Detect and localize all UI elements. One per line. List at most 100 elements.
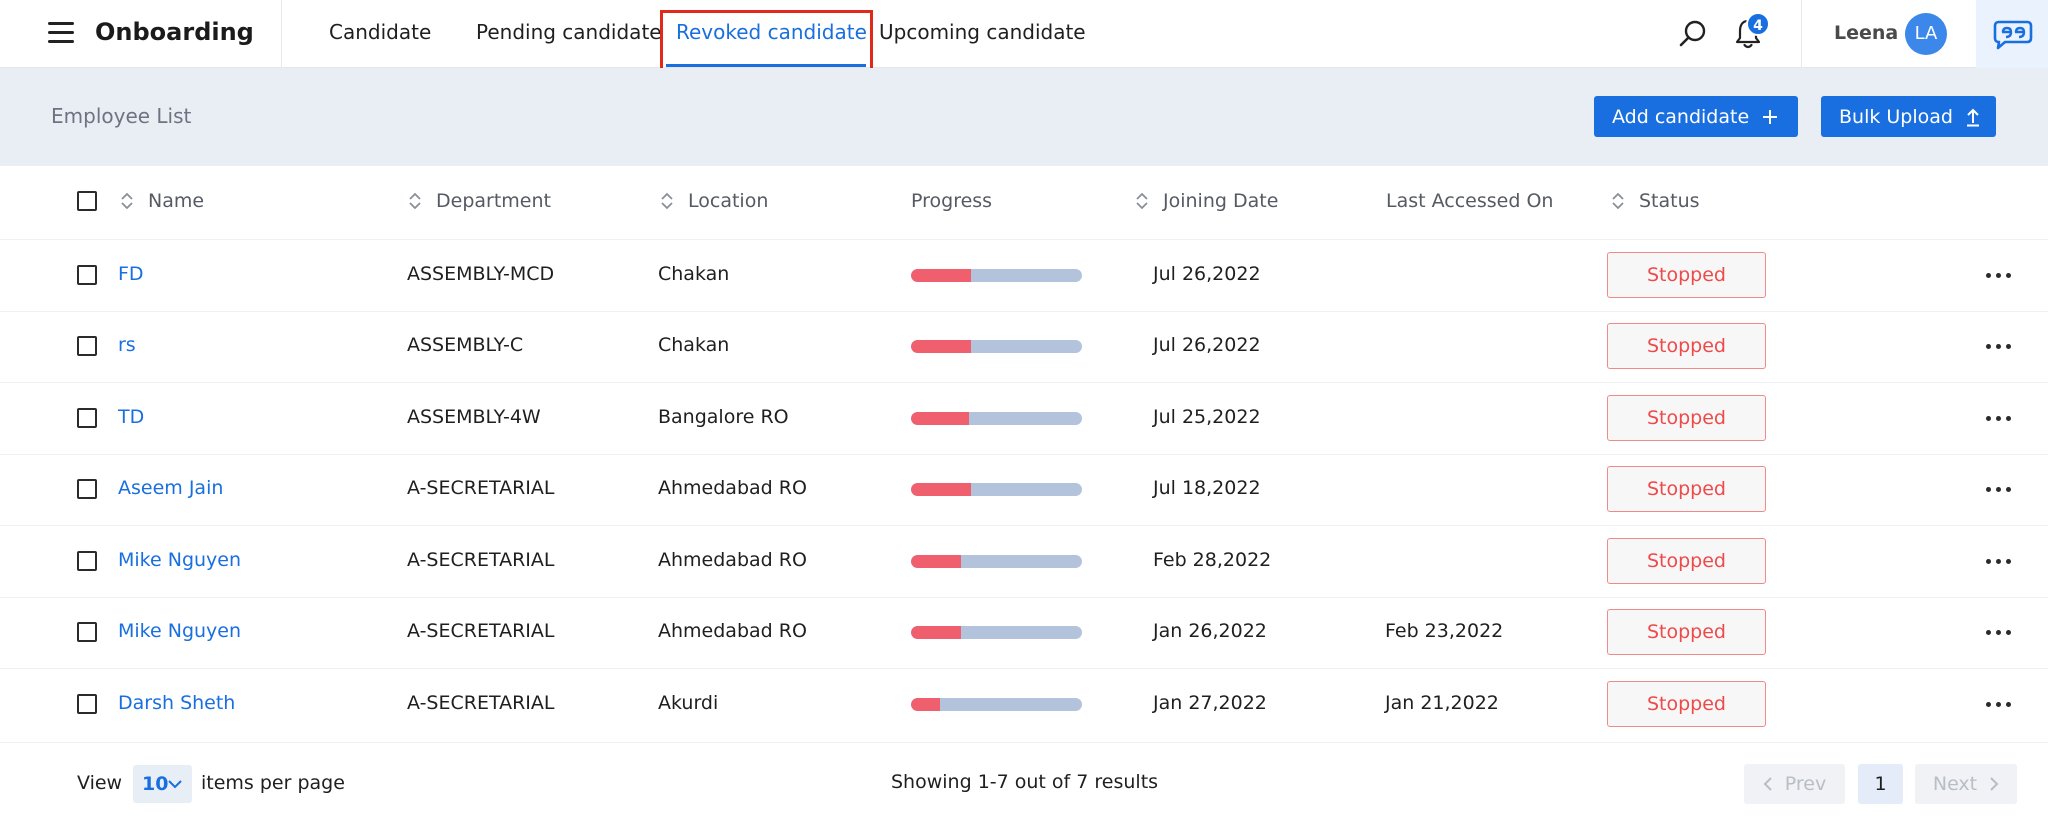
progress-fill (911, 554, 961, 568)
progress-fill (911, 483, 971, 497)
row-checkbox[interactable] (77, 550, 97, 571)
department-cell: A-SECRETARIAL (407, 548, 555, 571)
column-header-last-accessed: Last Accessed On (1386, 190, 1553, 212)
items-per-page-value: 10 (142, 773, 169, 795)
more-icon[interactable] (1984, 260, 2014, 290)
department-cell: A-SECRETARIAL (407, 691, 555, 714)
column-header-location[interactable]: Location (660, 190, 768, 212)
row-checkbox[interactable] (77, 336, 97, 357)
view-label: View (77, 772, 123, 794)
highlight-box (660, 10, 873, 76)
column-header-progress: Progress (911, 190, 992, 212)
status-badge[interactable]: Stopped (1607, 466, 1766, 513)
department-cell: ASSEMBLY-4W (407, 405, 541, 428)
prev-page-button[interactable]: Prev (1744, 764, 1845, 804)
candidate-name-link[interactable]: Mike Nguyen (118, 549, 241, 571)
sort-icon[interactable] (660, 191, 674, 211)
progress-fill (911, 697, 941, 711)
status-badge[interactable]: Stopped (1607, 680, 1766, 727)
chevron-right-icon (1990, 777, 1999, 791)
row-checkbox[interactable] (77, 693, 97, 714)
location-cell: Bangalore RO (658, 405, 789, 428)
joining-date-cell: Jan 27,2022 (1153, 691, 1267, 714)
column-header-status[interactable]: Status (1611, 190, 1700, 212)
tab-candidate[interactable]: Candidate (329, 20, 431, 44)
more-icon[interactable] (1984, 403, 2014, 433)
tab-upcoming-candidate[interactable]: Upcoming candidate (879, 20, 1086, 44)
candidate-name-link[interactable]: FD (118, 263, 144, 285)
candidate-name-link[interactable]: rs (118, 334, 136, 356)
progress-bar (911, 483, 1082, 497)
column-label: Joining Date (1163, 190, 1279, 212)
candidate-name-link[interactable]: Aseem Jain (118, 477, 223, 499)
bulk-upload-label: Bulk Upload (1839, 105, 1953, 128)
top-bar: Onboarding Candidate Pending candidate R… (0, 0, 2048, 76)
status-badge[interactable]: Stopped (1607, 609, 1766, 656)
row-checkbox[interactable] (77, 264, 97, 285)
items-per-page-label: items per page (201, 772, 345, 794)
column-header-joining-date[interactable]: Joining Date (1135, 190, 1278, 212)
joining-date-cell: Jul 26,2022 (1153, 262, 1261, 285)
items-per-page-select[interactable]: 10 (133, 765, 192, 803)
status-badge[interactable]: Stopped (1607, 251, 1766, 298)
select-all-checkbox[interactable] (77, 191, 97, 211)
department-cell: ASSEMBLY-MCD (407, 262, 555, 285)
next-page-button[interactable]: Next (1915, 764, 2017, 804)
chevron-down-icon (168, 780, 182, 789)
column-label: Progress (911, 190, 993, 212)
tab-pending-candidate[interactable]: Pending candidate (476, 20, 662, 44)
more-icon[interactable] (1984, 689, 2014, 719)
add-candidate-button[interactable]: Add candidate (1594, 96, 1798, 137)
location-cell: Chakan (658, 262, 730, 285)
progress-bar (911, 554, 1082, 568)
results-summary: Showing 1-7 out of 7 results (891, 771, 1159, 793)
row-checkbox[interactable] (77, 407, 97, 428)
status-badge[interactable]: Stopped (1607, 537, 1766, 584)
column-label: Status (1639, 190, 1700, 212)
location-cell: Ahmedabad RO (658, 548, 807, 571)
sort-icon[interactable] (120, 191, 134, 211)
chevron-left-icon (1763, 777, 1772, 791)
sort-icon[interactable] (1611, 191, 1625, 211)
add-candidate-label: Add candidate (1612, 105, 1750, 128)
department-cell: A-SECRETARIAL (407, 477, 555, 500)
progress-fill (911, 340, 971, 354)
candidate-name-link[interactable]: TD (118, 406, 144, 428)
more-icon[interactable] (1984, 331, 2014, 361)
status-badge[interactable]: Stopped (1607, 323, 1766, 370)
sort-icon[interactable] (1135, 191, 1149, 211)
divider (281, 0, 282, 68)
last-accessed-cell: Feb 23,2022 (1385, 620, 1504, 643)
notification-badge: 4 (1746, 12, 1770, 36)
progress-fill (911, 411, 970, 425)
more-icon[interactable] (1984, 474, 2014, 504)
department-cell: ASSEMBLY-C (407, 334, 524, 357)
upload-icon (1966, 108, 1979, 126)
location-cell: Ahmedabad RO (658, 620, 807, 643)
location-cell: Akurdi (658, 691, 719, 714)
row-checkbox[interactable] (77, 622, 97, 643)
status-badge[interactable]: Stopped (1607, 394, 1766, 441)
last-accessed-cell: Jan 21,2022 (1385, 691, 1499, 714)
row-checkbox[interactable] (77, 479, 97, 500)
sort-icon[interactable] (408, 191, 422, 211)
progress-bar (911, 626, 1082, 640)
plus-icon (1763, 109, 1778, 124)
location-cell: Ahmedabad RO (658, 477, 807, 500)
app-title: Onboarding (95, 18, 254, 46)
more-icon[interactable] (1984, 546, 2014, 576)
candidate-name-link[interactable]: Darsh Sheth (118, 692, 235, 714)
column-header-department[interactable]: Department (408, 190, 551, 212)
column-header-name[interactable]: Name (120, 190, 204, 212)
more-icon[interactable] (1984, 617, 2014, 647)
progress-bar (911, 411, 1082, 425)
candidate-name-link[interactable]: Mike Nguyen (118, 620, 241, 642)
progress-bar (911, 340, 1082, 354)
brand-logo-icon[interactable] (1993, 18, 2033, 50)
page-number-button[interactable]: 1 (1858, 764, 1903, 804)
bulk-upload-button[interactable]: Bulk Upload (1821, 96, 1996, 137)
hamburger-icon[interactable] (48, 22, 74, 44)
search-icon[interactable] (1678, 19, 1708, 49)
avatar[interactable]: LA (1905, 13, 1947, 55)
column-label: Name (148, 190, 205, 212)
